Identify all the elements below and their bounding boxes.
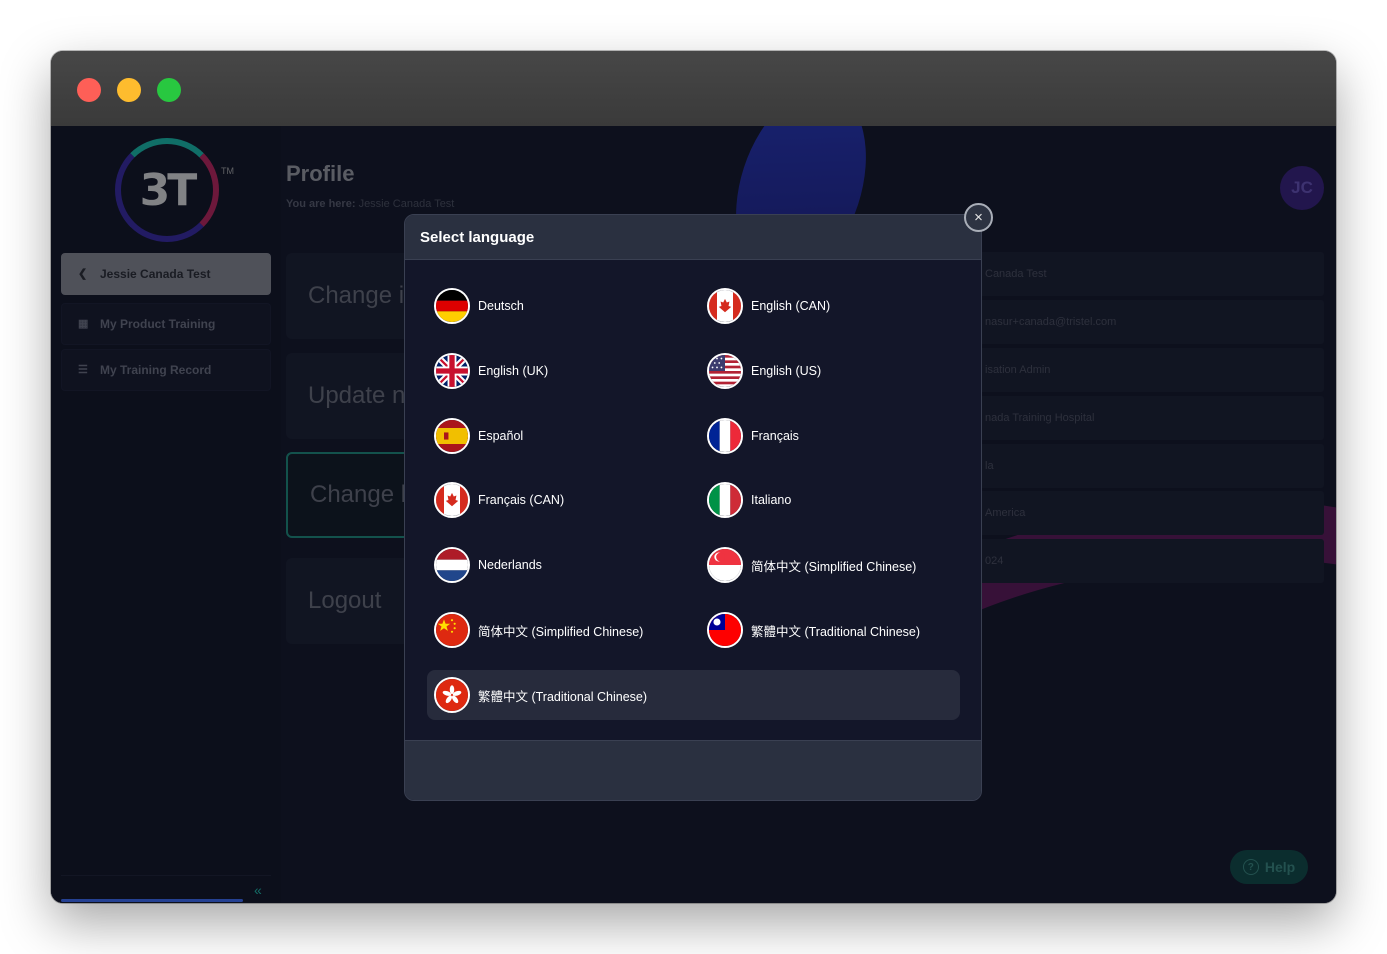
language-option-nederlands[interactable]: Nederlands bbox=[427, 540, 697, 590]
language-option-english-can[interactable]: English (CAN) bbox=[700, 281, 970, 331]
language-label: Français (CAN) bbox=[478, 493, 565, 507]
language-label: English (UK) bbox=[478, 364, 549, 378]
language-option-english-us[interactable]: English (US) bbox=[700, 346, 970, 396]
language-label: Nederlands bbox=[478, 558, 542, 572]
language-label: Italiano bbox=[751, 493, 792, 507]
app-viewport: 3T TM ❮ Jessie Canada Test ▦ My Product … bbox=[51, 126, 1336, 903]
language-option-traditional-chinese-hk[interactable]: 繁體中文 (Traditional Chinese) bbox=[427, 670, 960, 720]
language-label: 简体中文 (Simplified Chinese) bbox=[751, 559, 917, 574]
hong-kong-flag-icon bbox=[434, 677, 470, 713]
spain-flag-icon bbox=[434, 418, 470, 454]
language-label: English (US) bbox=[751, 364, 822, 378]
language-label: Français bbox=[751, 429, 799, 443]
window-titlebar bbox=[51, 51, 1336, 126]
language-option-simplified-chinese-cn[interactable]: 简体中文 (Simplified Chinese) bbox=[427, 605, 697, 655]
germany-flag-icon bbox=[434, 288, 470, 324]
singapore-flag-icon bbox=[707, 547, 743, 583]
browser-window: 3T TM ❮ Jessie Canada Test ▦ My Product … bbox=[51, 51, 1336, 903]
minimize-window-button[interactable] bbox=[117, 78, 141, 102]
language-label: Español bbox=[478, 429, 524, 443]
italy-flag-icon bbox=[707, 482, 743, 518]
language-option-francais-can[interactable]: Français (CAN) bbox=[427, 475, 697, 525]
canada-flag-icon bbox=[434, 482, 470, 518]
taiwan-flag-icon bbox=[707, 612, 743, 648]
language-option-espanol[interactable]: Español bbox=[427, 411, 697, 461]
language-option-deutsch[interactable]: Deutsch bbox=[427, 281, 697, 331]
modal-footer bbox=[405, 740, 981, 800]
uk-flag-icon bbox=[434, 353, 470, 389]
us-flag-icon bbox=[707, 353, 743, 389]
language-label: 繁體中文 (Traditional Chinese) bbox=[751, 624, 921, 639]
language-option-francais[interactable]: Français bbox=[700, 411, 970, 461]
canada-flag-icon bbox=[707, 288, 743, 324]
close-window-button[interactable] bbox=[77, 78, 101, 102]
france-flag-icon bbox=[707, 418, 743, 454]
maximize-window-button[interactable] bbox=[157, 78, 181, 102]
china-flag-icon bbox=[434, 612, 470, 648]
language-modal: Select language Deutsch English (CAN) En… bbox=[404, 214, 982, 801]
language-option-italiano[interactable]: Italiano bbox=[700, 475, 970, 525]
language-option-english-uk[interactable]: English (UK) bbox=[427, 346, 697, 396]
language-label: 简体中文 (Simplified Chinese) bbox=[478, 624, 644, 639]
language-option-traditional-chinese-tw[interactable]: 繁體中文 (Traditional Chinese) bbox=[700, 605, 970, 655]
modal-title: Select language bbox=[405, 215, 981, 260]
language-label: English (CAN) bbox=[751, 299, 831, 313]
language-label: 繁體中文 (Traditional Chinese) bbox=[478, 689, 648, 704]
language-option-simplified-chinese-sg[interactable]: 简体中文 (Simplified Chinese) bbox=[700, 540, 970, 590]
netherlands-flag-icon bbox=[434, 547, 470, 583]
language-label: Deutsch bbox=[478, 299, 524, 313]
close-modal-button[interactable]: × bbox=[964, 203, 993, 232]
